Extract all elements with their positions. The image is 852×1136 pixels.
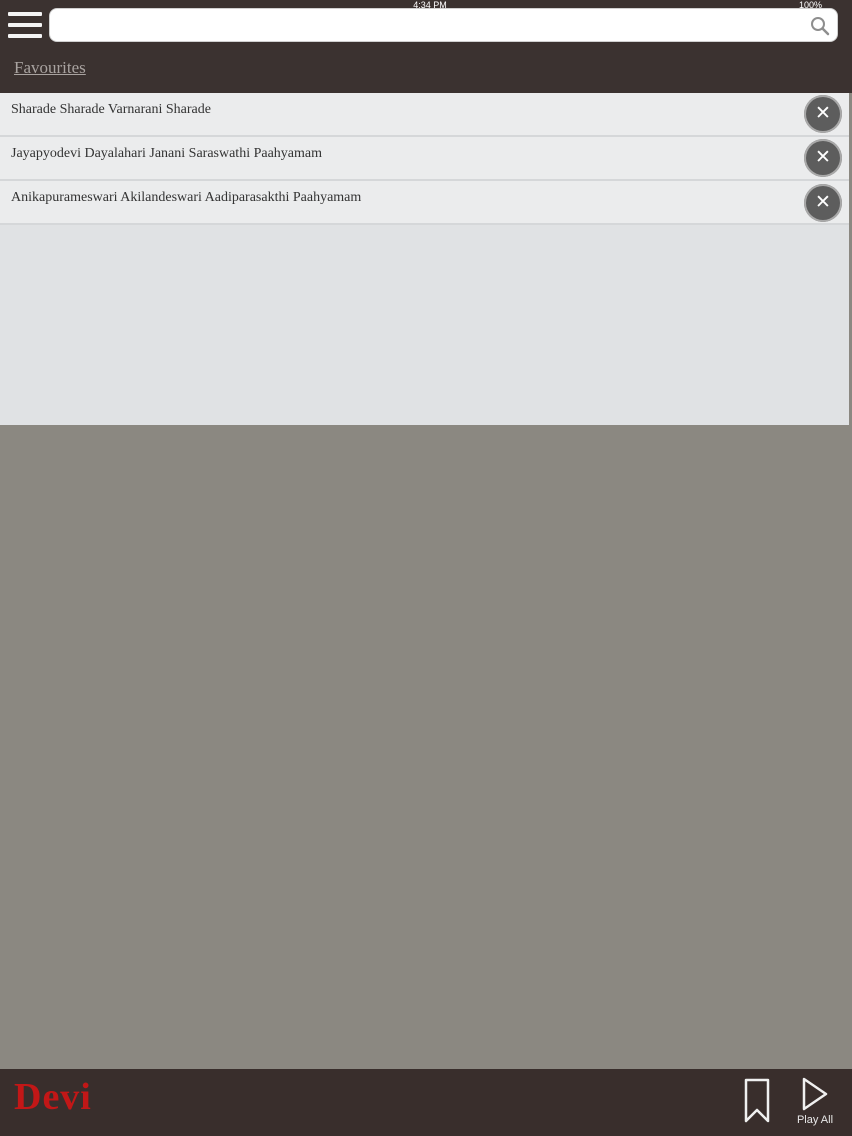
remove-favorite-button[interactable]: ✕ bbox=[804, 95, 842, 133]
search-input[interactable] bbox=[60, 13, 804, 39]
search-bar bbox=[49, 8, 838, 42]
list-item[interactable]: Jayapyodevi Dayalahari Janani Saraswathi… bbox=[0, 137, 849, 181]
menu-icon-bar bbox=[8, 34, 42, 38]
favorite-title: Anikapurameswari Akilandeswari Aadiparas… bbox=[11, 190, 362, 205]
bottom-toolbar: Devi Play All bbox=[0, 1069, 852, 1136]
favorite-title: Jayapyodevi Dayalahari Janani Saraswathi… bbox=[11, 146, 323, 161]
remove-favorite-button[interactable]: ✕ bbox=[804, 139, 842, 177]
breadcrumb-favourites[interactable]: Favourites bbox=[14, 58, 86, 78]
play-all-label: Play All bbox=[796, 1114, 834, 1126]
play-all-button[interactable]: Play All bbox=[790, 1074, 840, 1130]
top-header: 4:34 PM 100% Favourites bbox=[0, 0, 852, 93]
search-icon[interactable] bbox=[809, 15, 831, 37]
play-icon bbox=[802, 1077, 828, 1111]
favorites-list: Sharade Sharade Varnarani Sharade ✕ Jaya… bbox=[0, 93, 849, 425]
menu-icon-bar bbox=[8, 23, 42, 27]
menu-button[interactable] bbox=[6, 8, 44, 42]
favorite-title: Sharade Sharade Varnarani Sharade bbox=[11, 102, 211, 117]
app-screen: 4:34 PM 100% Favourites Sharade Sharade … bbox=[0, 0, 852, 1136]
app-logo: Devi bbox=[14, 1076, 92, 1118]
list-item[interactable]: Anikapurameswari Akilandeswari Aadiparas… bbox=[0, 181, 849, 225]
list-item[interactable]: Sharade Sharade Varnarani Sharade bbox=[0, 93, 849, 137]
menu-icon-bar bbox=[8, 12, 42, 16]
bookmark-icon[interactable] bbox=[742, 1077, 772, 1125]
remove-favorite-button[interactable]: ✕ bbox=[804, 184, 842, 222]
